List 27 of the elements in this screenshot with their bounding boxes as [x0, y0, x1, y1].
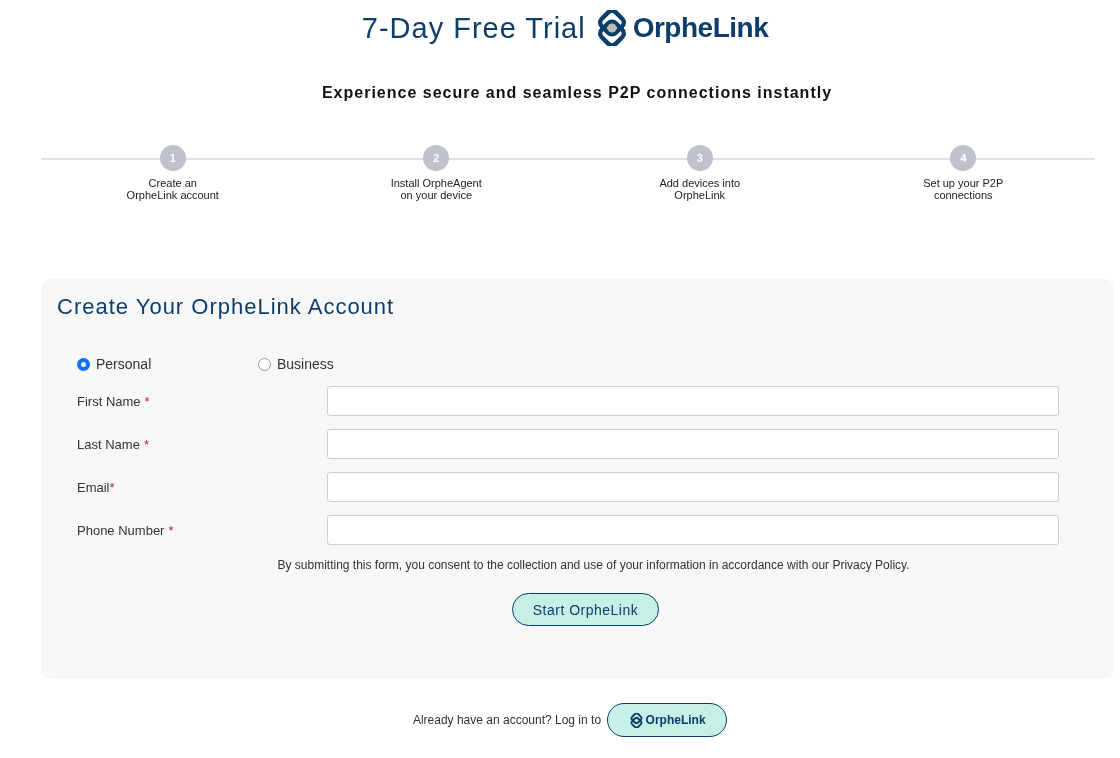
input-field[interactable]	[327, 472, 1059, 502]
brand-name: OrpheLink	[632, 12, 769, 44]
subtitle: Experience secure and seamless P2P connections instantly	[320, 84, 834, 102]
field-label: Phone Number *	[77, 522, 175, 538]
step-label: Install OrpheAgent on your device	[390, 177, 482, 201]
step-number: 1	[159, 145, 186, 171]
login-button[interactable]: OrpheLink	[607, 703, 728, 737]
logo-icon	[628, 712, 644, 728]
input-field[interactable]	[327, 386, 1059, 416]
page-title: 7-Day Free Trial	[361, 11, 586, 45]
account-type-radio[interactable]: Personal	[77, 356, 258, 372]
consent-text: By submitting this form, you consent to the collection and use of your information in accordance with our Privacy Policy.	[276, 558, 911, 572]
field-label: Email*	[77, 479, 116, 495]
input-field[interactable]	[327, 429, 1059, 459]
step-number: 3	[686, 145, 713, 171]
login-prompt: Already have an account? Log in to	[412, 713, 602, 727]
step-label: Set up your P2P connections	[923, 177, 1004, 201]
step-label: Add devices into OrpheLink	[659, 177, 741, 201]
field-label: Last Name *	[77, 436, 150, 452]
step-number: 2	[423, 145, 450, 171]
step-label: Create an OrpheLink account	[126, 177, 219, 201]
input-field[interactable]	[327, 515, 1059, 545]
step-number: 4	[950, 145, 977, 171]
field-label: First Name *	[77, 393, 151, 409]
start-button[interactable]: Start OrpheLink	[511, 593, 660, 626]
account-type-radio[interactable]: Business	[258, 356, 439, 372]
form-title: Create Your OrpheLink Account	[57, 294, 396, 320]
